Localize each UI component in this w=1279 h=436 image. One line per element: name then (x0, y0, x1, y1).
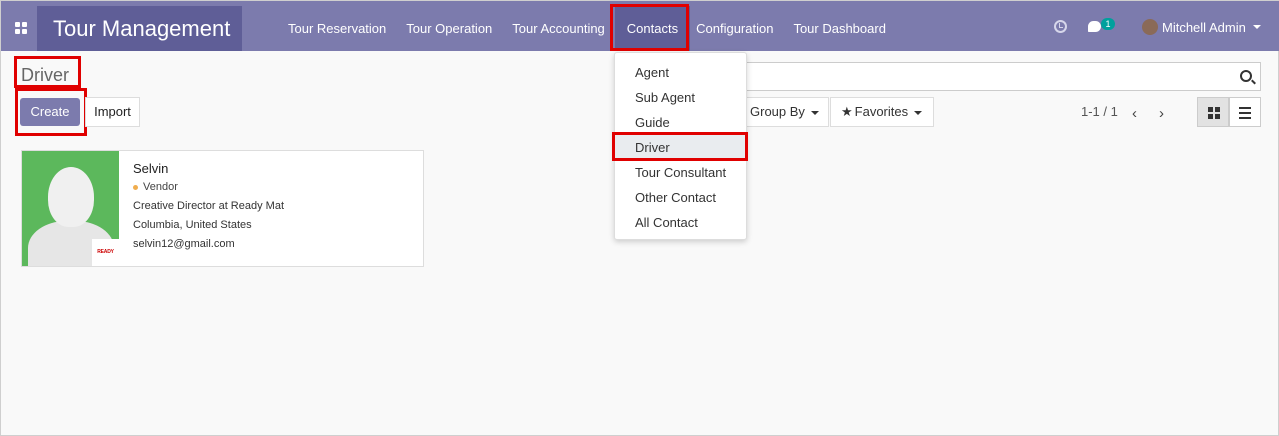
dropdown-item-tour-consultant[interactable]: Tour Consultant (615, 160, 746, 185)
menu-tour-dashboard[interactable]: Tour Dashboard (783, 6, 896, 51)
group-by-button[interactable]: Group By (741, 97, 829, 127)
contact-photo: READY MAT (22, 151, 119, 266)
import-button[interactable]: Import (85, 97, 140, 127)
caret-down-icon (810, 110, 819, 115)
create-button[interactable]: Create (20, 98, 80, 126)
search-icon[interactable] (1240, 70, 1252, 82)
caret-down-icon (914, 110, 923, 115)
dropdown-item-other-contact[interactable]: Other Contact (615, 185, 746, 210)
list-view-button[interactable] (1229, 97, 1261, 127)
page-title: Driver (21, 65, 69, 85)
kanban-view-button[interactable] (1197, 97, 1229, 127)
menu-tour-accounting[interactable]: Tour Accounting (502, 6, 615, 51)
contact-name: Selvin (133, 161, 169, 176)
contact-email: selvin12@gmail.com (133, 238, 235, 250)
contact-card[interactable]: READY MAT Selvin Vendor Creative Directo… (21, 150, 424, 267)
contact-job: Creative Director at Ready Mat (133, 200, 284, 212)
group-by-label: Group By (750, 104, 805, 119)
chat-icon[interactable] (1088, 21, 1101, 32)
pager-value[interactable]: 1-1 / 1 (1081, 104, 1118, 119)
star-icon: ★ (841, 104, 853, 119)
person-placeholder-head (48, 167, 94, 227)
chevron-right-icon[interactable]: › (1159, 105, 1164, 122)
clock-icon[interactable] (1054, 20, 1067, 33)
contact-tag-label: Vendor (143, 181, 178, 193)
main-menu: Tour Reservation Tour Operation Tour Acc… (278, 6, 896, 51)
dropdown-item-driver[interactable]: Driver (615, 135, 746, 160)
avatar (1142, 19, 1158, 35)
company-logo: READY MAT (92, 239, 119, 266)
top-navbar: Tour Management Tour Reservation Tour Op… (1, 1, 1279, 51)
user-name: Mitchell Admin (1162, 19, 1246, 35)
menu-configuration[interactable]: Configuration (690, 6, 783, 51)
chat-badge: 1 (1101, 18, 1115, 30)
search-input[interactable] (742, 63, 1222, 90)
search-bar (741, 62, 1261, 91)
contacts-dropdown: Agent Sub Agent Guide Driver Tour Consul… (614, 52, 747, 240)
menu-tour-operation[interactable]: Tour Operation (396, 6, 502, 51)
dropdown-item-sub-agent[interactable]: Sub Agent (615, 85, 746, 110)
menu-tour-reservation[interactable]: Tour Reservation (278, 6, 396, 51)
user-menu[interactable]: Mitchell Admin (1142, 16, 1261, 38)
dropdown-item-agent[interactable]: Agent (615, 60, 746, 85)
menu-contacts[interactable]: Contacts (614, 6, 691, 51)
dropdown-item-all-contact[interactable]: All Contact (615, 210, 746, 235)
favorites-label: Favorites (854, 104, 909, 119)
caret-down-icon (1252, 25, 1261, 29)
tag-dot-icon (133, 184, 138, 190)
app-brand[interactable]: Tour Management (37, 6, 242, 51)
list-icon (1239, 107, 1251, 122)
dropdown-item-guide[interactable]: Guide (615, 110, 746, 135)
contact-location: Columbia, United States (133, 219, 252, 231)
contact-tag: Vendor (133, 181, 178, 193)
favorites-button[interactable]: ★ Favorites (830, 97, 934, 127)
apps-icon (15, 22, 27, 34)
chevron-left-icon[interactable]: ‹ (1132, 105, 1137, 122)
apps-menu-button[interactable] (6, 6, 36, 50)
kanban-icon (1208, 107, 1220, 119)
